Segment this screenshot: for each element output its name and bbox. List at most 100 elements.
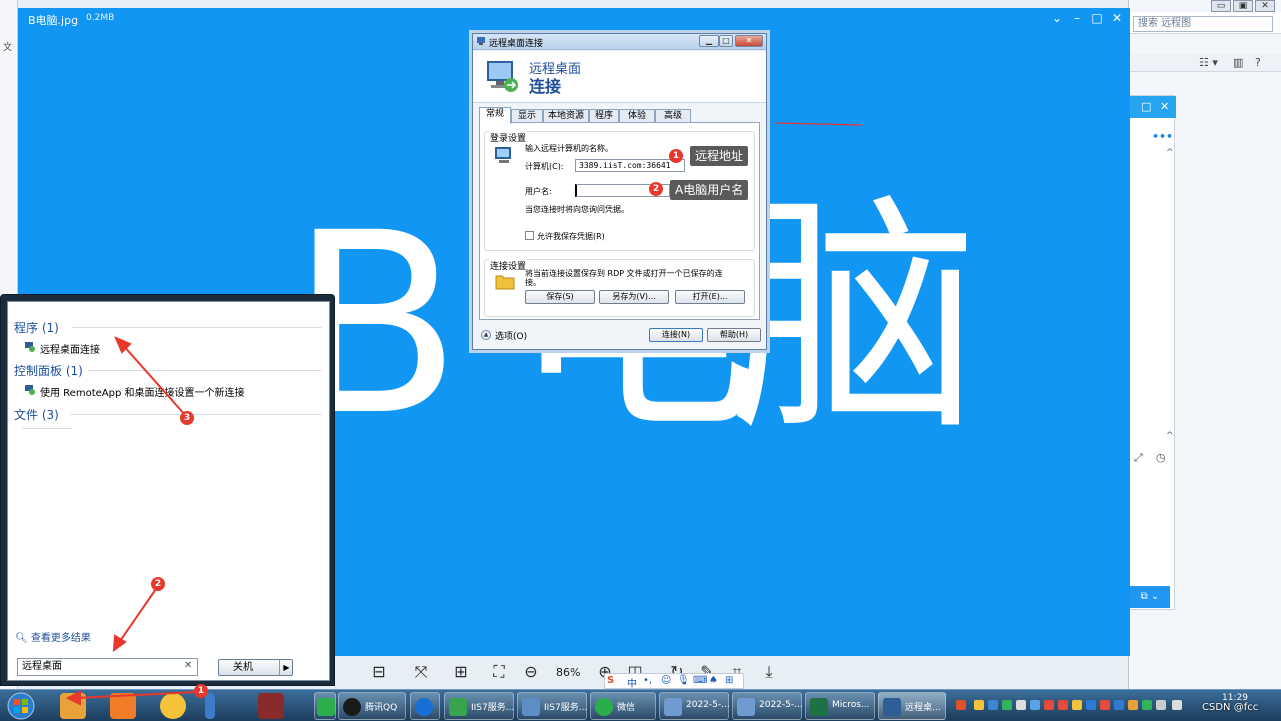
close-icon[interactable]: ✕: [1160, 100, 1169, 113]
tray-icon[interactable]: [988, 700, 998, 710]
tools-icon[interactable]: ⊞: [725, 675, 733, 686]
tray-icon[interactable]: [1016, 700, 1026, 710]
keyboard-icon[interactable]: ⌨: [693, 675, 707, 686]
taskbar-item-rdp[interactable]: 远程桌...: [878, 692, 946, 720]
tab-programs[interactable]: 程序: [589, 109, 619, 123]
tray-icon[interactable]: [974, 700, 984, 710]
tray-icon[interactable]: [1030, 700, 1040, 710]
taskbar-item-wechat[interactable]: 微信: [590, 692, 656, 720]
more-icon[interactable]: •••: [1152, 130, 1173, 143]
program-item-remote-desktop[interactable]: 远程桌面连接: [40, 341, 100, 356]
chevron-right-icon[interactable]: ▶: [279, 660, 293, 675]
taskbar-item-2022-1[interactable]: 2022-5-...: [659, 692, 730, 720]
clear-search-icon[interactable]: ✕: [184, 660, 192, 671]
maximize-icon[interactable]: □: [1141, 100, 1151, 113]
original-size-icon[interactable]: ⊞: [450, 662, 472, 681]
scroll-down-icon[interactable]: ^: [1166, 431, 1174, 441]
taskbar-item-2022-2[interactable]: 2022-5-...: [732, 692, 803, 720]
zoom-level: 86%: [556, 666, 581, 679]
ftp-pin-icon[interactable]: [160, 693, 186, 719]
send-button[interactable]: ⧉ ⌄: [1130, 586, 1170, 608]
tab-display[interactable]: 显示: [511, 109, 543, 123]
tray-icon[interactable]: [1100, 700, 1110, 710]
tray-icon[interactable]: [1142, 700, 1152, 710]
app-pin-icon[interactable]: [110, 693, 136, 719]
remote-desktop-icon: [487, 61, 518, 92]
tray-icon[interactable]: [1044, 700, 1054, 710]
search-input[interactable]: 搜索 远程图: [1133, 16, 1273, 32]
control-panel-header[interactable]: 控制面板 (1): [14, 362, 83, 379]
expand-icon[interactable]: ⤢: [1134, 451, 1143, 465]
zoom-out-icon[interactable]: ⊖: [520, 662, 542, 681]
pin-icon[interactable]: [205, 693, 215, 719]
close-icon[interactable]: ✕: [735, 35, 763, 47]
minimize-icon[interactable]: –: [1068, 11, 1086, 25]
tray-icon[interactable]: [1002, 700, 1012, 710]
taskbar-sogou[interactable]: [410, 692, 440, 720]
tray-icon[interactable]: [1114, 700, 1124, 710]
taskbar-item-iis7-2[interactable]: IIS7服务...: [517, 692, 587, 720]
rdp-icon: [477, 37, 485, 45]
tray-icon[interactable]: [1072, 700, 1082, 710]
pane-icon[interactable]: ▥: [1233, 56, 1243, 69]
control-item-remoteapp[interactable]: 使用 RemoteApp 和桌面连接设置一个新连接: [40, 384, 244, 399]
clock-icon[interactable]: ◷: [1156, 451, 1166, 464]
skin-icon[interactable]: ♠: [709, 675, 718, 686]
tab-advanced[interactable]: 高级: [655, 109, 691, 123]
maximize-icon[interactable]: □: [1088, 11, 1106, 25]
help-button[interactable]: 帮助(H): [707, 328, 761, 342]
download-icon[interactable]: ⤓: [758, 662, 780, 682]
start-search-input[interactable]: 远程桌面: [17, 658, 198, 676]
taskbar-item-excel[interactable]: Micros...: [805, 692, 875, 720]
tray-sogou-icon[interactable]: [956, 700, 966, 710]
taskbar-item-iis7-1[interactable]: IIS7服务...: [444, 692, 514, 720]
winrar-pin-icon[interactable]: [258, 693, 284, 719]
tray-icon[interactable]: [1086, 700, 1096, 710]
wechat-icon: [595, 698, 613, 716]
fit-icon[interactable]: ⤧: [410, 662, 432, 682]
close-icon[interactable]: ✕: [1108, 11, 1126, 25]
volume-icon[interactable]: [1172, 700, 1182, 710]
files-header[interactable]: 文件 (3): [14, 406, 59, 423]
taskbar-app-s[interactable]: [314, 692, 336, 720]
maximize-icon[interactable]: ▣: [1233, 0, 1253, 12]
see-more-results-link[interactable]: 🔍︎ 查看更多结果: [15, 629, 91, 644]
fullscreen-icon[interactable]: ⛶: [488, 662, 510, 682]
punctuation-icon[interactable]: •,: [643, 675, 652, 686]
save-button[interactable]: 保存(S): [525, 290, 595, 304]
connect-button[interactable]: 连接(N): [649, 328, 703, 342]
minimize-icon[interactable]: ▭: [1211, 0, 1231, 12]
options-toggle[interactable]: 选项(O): [495, 329, 527, 342]
tray-icon[interactable]: [1058, 700, 1068, 710]
start-menu-results: 程序 (1) 远程桌面连接 控制面板 (1) 使用 RemoteApp 和桌面连…: [7, 301, 330, 681]
network-icon[interactable]: [1156, 700, 1166, 710]
taskbar-item-qq[interactable]: 腾讯QQ: [338, 692, 406, 720]
chevron-down-icon[interactable]: ⌄: [1048, 11, 1066, 25]
save-as-button[interactable]: 另存为(V)...: [599, 290, 669, 304]
explorer-pin-icon[interactable]: [60, 693, 86, 719]
ime-mode[interactable]: 中: [627, 675, 637, 690]
start-orb-icon[interactable]: [4, 690, 38, 721]
remoteapp-icon: [25, 385, 35, 395]
open-button[interactable]: 打开(E)...: [675, 290, 745, 304]
thumbnail-icon[interactable]: ⊟: [368, 662, 390, 681]
chevron-up-icon[interactable]: ▲: [481, 330, 491, 340]
sogou-icon[interactable]: S: [607, 675, 614, 686]
computer-input[interactable]: 3389.iisT.com:36641: [575, 159, 685, 172]
tab-local-resources[interactable]: 本地资源: [543, 109, 589, 123]
emoji-icon[interactable]: ☺: [661, 675, 671, 686]
programs-header[interactable]: 程序 (1): [14, 319, 59, 336]
tab-general[interactable]: 常规: [479, 107, 511, 124]
tray-icon[interactable]: [1128, 700, 1138, 710]
computer-icon: [495, 147, 511, 163]
shutdown-button[interactable]: 关机 ▶: [218, 659, 293, 676]
tab-experience[interactable]: 体验: [619, 109, 655, 123]
minimize-icon[interactable]: ▁: [699, 35, 719, 47]
allow-save-checkbox[interactable]: [525, 231, 534, 240]
close-icon[interactable]: ✕: [1255, 0, 1275, 12]
mic-icon[interactable]: 🎙︎: [677, 675, 690, 686]
view-icon[interactable]: ☷ ▾: [1199, 56, 1218, 69]
scroll-up-icon[interactable]: ^: [1166, 148, 1174, 158]
maximize-icon[interactable]: □: [719, 35, 733, 47]
help-icon[interactable]: ?: [1255, 56, 1261, 69]
